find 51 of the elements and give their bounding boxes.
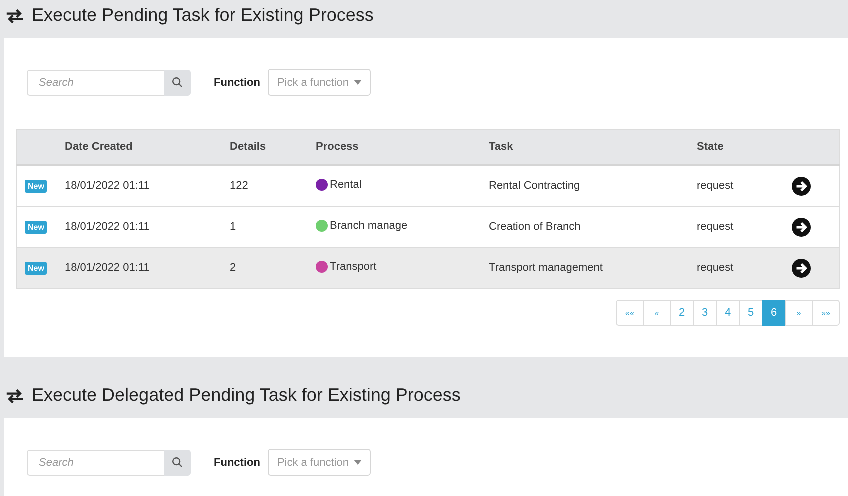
swap-icon [6, 388, 24, 404]
search-field[interactable]: Search [27, 450, 164, 476]
page-button[interactable]: « [643, 300, 671, 326]
table-cell: 1 [230, 221, 236, 233]
section-title: Execute Delegated Pending Task for Existing Process [32, 384, 461, 407]
table-cell: Creation of Branch [489, 221, 581, 233]
search-icon [172, 457, 183, 468]
status-badge: New [25, 221, 48, 234]
search-icon [172, 77, 183, 88]
caret-icon [354, 460, 362, 465]
arrow-right-icon[interactable] [792, 258, 811, 278]
status-badge: New [25, 180, 48, 193]
function-dropdown[interactable]: Pick a function [268, 449, 371, 476]
page-button[interactable]: 2 [670, 300, 694, 326]
table-cell: Rental Contracting [489, 180, 580, 192]
section-title: Execute Pending Task for Existing Process [32, 4, 374, 27]
page-button[interactable]: 5 [739, 300, 763, 326]
function-label: Function [214, 76, 260, 88]
column-header: Details [230, 141, 266, 153]
table-cell: 122 [230, 180, 248, 192]
arrow-right-icon[interactable] [792, 218, 811, 236]
table-cell: 18/01/2022 01:11 [65, 262, 150, 274]
table-cell: Transport [330, 260, 377, 272]
page-button[interactable]: »» [812, 300, 840, 326]
column-header: State [697, 141, 724, 153]
table-cell: Transport management [489, 262, 603, 274]
page-button[interactable]: » [785, 300, 813, 326]
page-button[interactable]: «« [616, 300, 644, 326]
search-button[interactable] [164, 70, 191, 96]
caret-icon [354, 80, 362, 85]
page-button[interactable]: 3 [693, 300, 717, 326]
status-badge: New [25, 262, 48, 275]
table-cell: 18/01/2022 01:11 [65, 221, 150, 233]
column-header: Date Created [65, 141, 133, 153]
table-cell: 18/01/2022 01:11 [65, 180, 150, 192]
page-button[interactable]: 6 [762, 300, 786, 326]
swap-icon [6, 9, 24, 24]
table-cell: request [697, 180, 734, 192]
search-button[interactable] [164, 450, 191, 476]
arrow-right-icon[interactable] [792, 176, 811, 196]
table-cell: 2 [230, 262, 236, 274]
page-button[interactable]: 4 [716, 300, 740, 326]
table-cell: request [697, 262, 734, 274]
column-header: Process [316, 141, 359, 153]
search-field[interactable]: Search [27, 70, 164, 96]
function-dropdown[interactable]: Pick a function [268, 69, 371, 96]
function-label: Function [214, 456, 260, 468]
table-cell: Branch manage [330, 220, 408, 232]
column-header: Task [489, 141, 514, 153]
table-cell: request [697, 221, 734, 233]
table-cell: Rental [330, 178, 362, 190]
